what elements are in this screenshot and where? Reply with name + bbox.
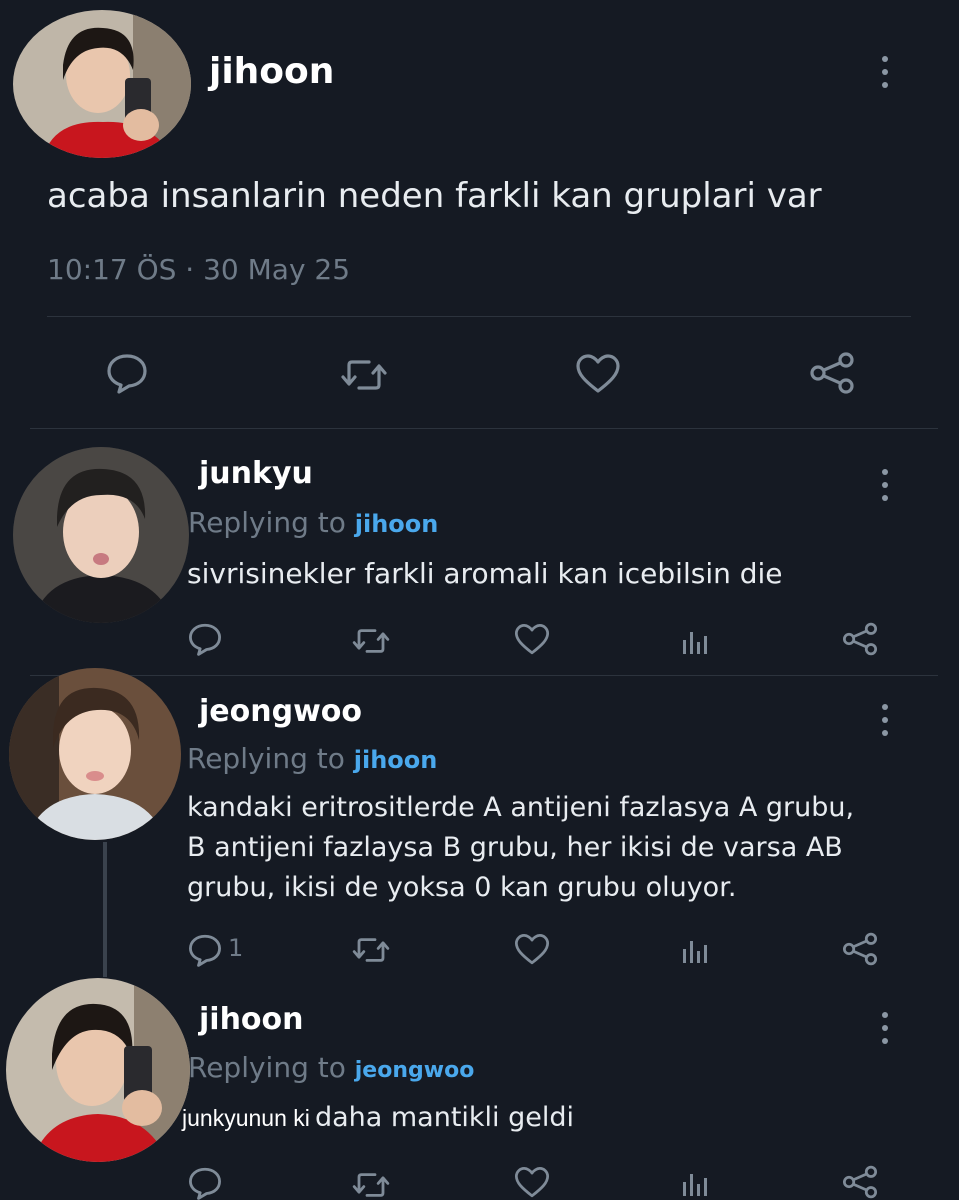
share-icon[interactable] <box>842 622 878 656</box>
share-icon[interactable] <box>842 1165 878 1199</box>
reply-more-icon[interactable] <box>880 469 890 501</box>
reply-more-icon[interactable] <box>880 704 890 736</box>
replying-to-line: Replying to jihoon <box>187 742 437 775</box>
retweet-icon[interactable] <box>351 935 391 965</box>
replying-to-prefix: Replying to <box>188 1051 346 1084</box>
reply-text: junkyunun ki daha mantikli geldi <box>182 1102 574 1133</box>
analytics-icon[interactable] <box>681 626 711 656</box>
reply-icon[interactable] <box>187 1166 223 1200</box>
reply-more-icon[interactable] <box>880 1012 890 1044</box>
reply-author-name[interactable]: jihoon <box>199 1002 304 1037</box>
replying-to-prefix: Replying to <box>188 506 346 539</box>
reply-count: 1 <box>228 934 244 962</box>
main-tweet-text: acaba insanlarin neden farkli kan grupla… <box>47 176 822 216</box>
like-icon[interactable] <box>514 1166 550 1199</box>
avatar-photo <box>6 978 190 1162</box>
replying-to-handle[interactable]: jihoon <box>355 510 439 538</box>
main-tweet-meta: 10:17 ÖS · 30 May 25 <box>47 253 351 286</box>
reply-text-line-1: kandaki eritrositlerde A antijeni fazlas… <box>187 792 855 823</box>
avatar-photo <box>9 668 181 840</box>
reply-icon[interactable] <box>105 352 149 394</box>
avatar-jihoon[interactable] <box>13 10 191 158</box>
avatar-photo <box>13 447 189 623</box>
replying-to-prefix: Replying to <box>187 742 345 775</box>
like-icon[interactable] <box>514 933 550 966</box>
reply-author-name[interactable]: jeongwoo <box>199 694 362 729</box>
replying-to-handle[interactable]: jihoon <box>354 746 438 774</box>
like-icon[interactable] <box>514 623 550 656</box>
main-divider-bottom <box>30 428 938 429</box>
reply-icon[interactable] <box>187 933 223 967</box>
retweet-icon[interactable] <box>339 357 389 393</box>
avatar-junkyu[interactable] <box>13 447 189 623</box>
analytics-icon[interactable] <box>681 1168 711 1198</box>
thread-connector-line <box>103 842 107 977</box>
main-more-icon[interactable] <box>880 56 890 88</box>
reply-text-part-2: daha mantikli geldi <box>314 1102 575 1133</box>
replying-to-line: Replying to jeongwoo <box>188 1051 474 1084</box>
share-icon[interactable] <box>809 352 855 394</box>
retweet-icon[interactable] <box>351 1170 391 1200</box>
retweet-icon[interactable] <box>351 626 391 656</box>
avatar-jihoon[interactable] <box>6 978 190 1162</box>
reply-divider <box>30 675 938 676</box>
replying-to-handle[interactable]: jeongwoo <box>355 1058 475 1083</box>
replying-to-line: Replying to jihoon <box>188 506 438 539</box>
like-icon[interactable] <box>575 353 621 395</box>
avatar-photo <box>13 10 191 158</box>
avatar-jeongwoo[interactable] <box>9 668 181 840</box>
reply-text-part-1: junkyunun ki <box>182 1105 310 1131</box>
analytics-icon[interactable] <box>681 935 711 965</box>
reply-text: sivrisinekler farkli aromali kan icebils… <box>187 557 783 590</box>
reply-icon[interactable] <box>187 622 223 656</box>
main-divider-top <box>47 316 911 317</box>
main-author-name[interactable]: jihoon <box>209 51 334 92</box>
reply-author-name[interactable]: junkyu <box>199 456 313 491</box>
reply-text-line-2: B antijeni fazlaysa B grubu, her ikisi d… <box>187 832 843 863</box>
share-icon[interactable] <box>842 932 878 966</box>
reply-text-line-3: grubu, ikisi de yoksa 0 kan grubu oluyor… <box>187 872 737 903</box>
